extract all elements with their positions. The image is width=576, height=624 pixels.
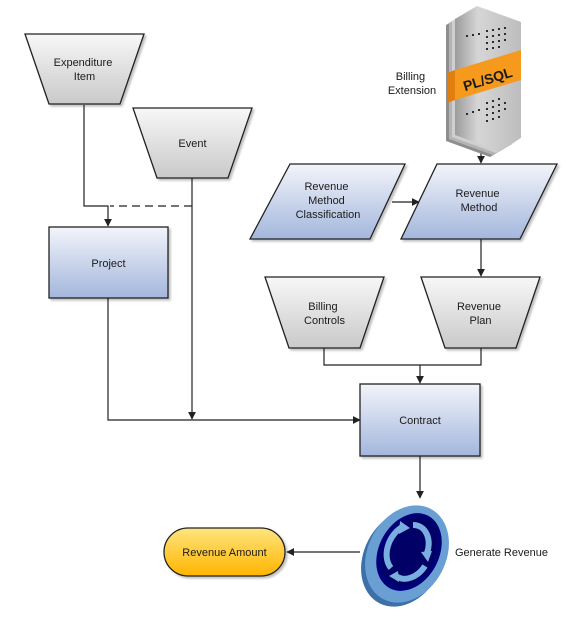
node-project[interactable]: Project (48, 226, 169, 299)
revenue-flow-diagram: Expenditure Item Event Project PL/SQL Bi… (24, 6, 559, 622)
node-label: Expenditure (54, 57, 113, 69)
node-label: Event (178, 138, 206, 150)
node-label: Revenue (455, 188, 499, 200)
node-label: Billing (308, 301, 337, 313)
node-revenue-amount[interactable]: Revenue Amount (163, 527, 286, 577)
svg-text:Generate Revenue: Generate Revenue (455, 547, 548, 559)
node-label: Project (91, 258, 125, 270)
svg-text:Contract: Contract (399, 415, 441, 427)
node-contract[interactable]: Contract (359, 383, 481, 457)
node-label: Item (74, 71, 95, 83)
svg-text:Event: Event (178, 138, 206, 150)
node-label: Controls (304, 315, 345, 327)
node-expenditure-item[interactable]: Expenditure Item (24, 33, 145, 105)
node-revenue-method[interactable]: Revenue Method (399, 163, 559, 240)
node-label: Revenue Amount (182, 547, 266, 559)
node-label: Classification (296, 209, 361, 221)
node-label: Plan (469, 315, 491, 327)
node-label: Method (461, 202, 498, 214)
node-label: Revenue (304, 181, 348, 193)
edge-expenditure-to-project (83, 105, 112, 227)
node-label: Extension (388, 85, 436, 97)
node-label: Method (308, 195, 345, 207)
svg-text:Revenue Amount: Revenue Amount (182, 547, 266, 559)
node-revenue-plan[interactable]: Revenue Plan (420, 276, 541, 349)
edge-billing-controls-to-contract (323, 348, 420, 366)
node-billing-controls[interactable]: Billing Controls (264, 276, 385, 349)
node-event[interactable]: Event (132, 107, 253, 179)
node-label: Contract (399, 415, 441, 427)
node-generate-revenue[interactable]: Generate Revenue (345, 491, 548, 622)
svg-text:Billing Extension: Billing Extension (388, 71, 436, 97)
node-label: Generate Revenue (455, 547, 548, 559)
cycle-icon (361, 505, 449, 607)
plsql-package-icon: PL/SQL (446, 6, 521, 157)
node-revenue-method-classification[interactable]: Revenue Method Classification (248, 163, 407, 240)
node-billing-extension[interactable]: PL/SQL Billing Extension (388, 6, 521, 157)
edge-plan-to-contract (416, 348, 482, 384)
node-label: Billing (396, 71, 425, 83)
node-label: Revenue (457, 301, 501, 313)
svg-text:Project: Project (91, 258, 125, 270)
